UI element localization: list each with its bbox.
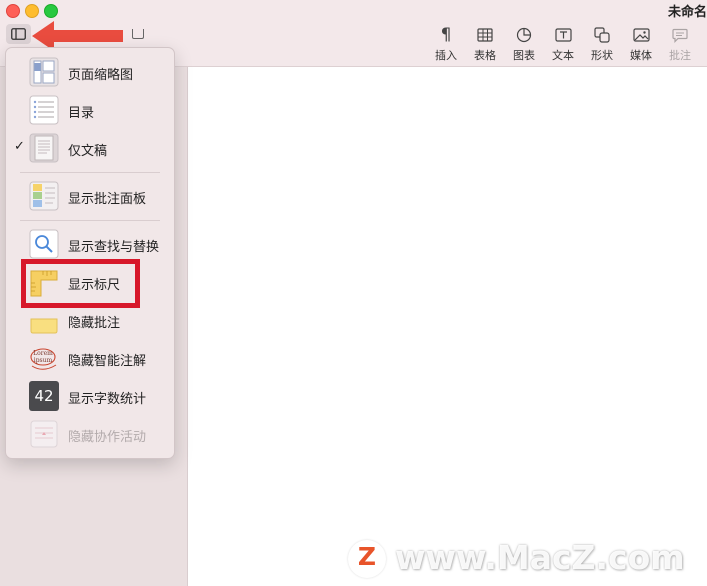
menu-item-toc[interactable]: 目录 [6,92,174,128]
menu-separator [20,220,160,221]
toolbar-text[interactable]: 文本 [543,24,583,63]
menu-item-document-only[interactable]: ✓ 仅文稿 [6,130,174,166]
comments-pane-icon [29,181,59,211]
menu-item-word-count[interactable]: 42 显示字数统计 [6,378,174,414]
menu-item-page-thumbnails[interactable]: 页面缩略图 [6,54,174,90]
textbox-icon [554,28,572,42]
smart-annotation-icon: Lorem ipsum [30,348,57,370]
collaboration-activity-icon [30,420,58,448]
toolbar-table[interactable]: 表格 [465,24,505,63]
watermark-text: www.MacZ.com [395,538,685,577]
toolbar-insert[interactable]: ¶ 插入 [426,24,466,63]
menu-item-find-replace[interactable]: 显示查找与替换 [6,226,174,262]
find-replace-icon [29,229,59,259]
toolbar-comment[interactable]: 批注 [660,24,700,63]
menu-item-collaboration-activity[interactable]: 隐藏协作活动 [6,416,174,452]
toolbar-shape[interactable]: 形状 [582,24,622,63]
document-canvas[interactable] [188,67,707,586]
shape-icon [594,27,610,43]
menu-separator [20,172,160,173]
word-count-icon: 42 [29,381,59,411]
toolbar-chart[interactable]: 图表 [504,24,544,63]
document-only-icon [29,133,59,163]
checkmark-icon: ✓ [14,139,25,154]
comment-note-icon [30,318,58,334]
comment-icon [672,28,688,43]
smart-annotation-icon-text: Lorem [33,350,53,357]
highlight-box-annotation [21,259,140,308]
sidebar-icon [11,28,26,40]
paragraph-icon: ¶ [440,25,452,45]
menu-item-smart-annotations[interactable]: Lorem ipsum 隐藏智能注解 [6,340,174,376]
watermark-logo: Z [348,540,386,578]
view-menu: 页面缩略图 目录 ✓ 仅文稿 显示批注面板 显示查找与替换 显示标尺 隐藏批注 … [5,47,175,459]
smart-annotation-icon-text: ipsum [34,357,53,364]
toolbar-media[interactable]: 媒体 [621,24,661,63]
close-window-button[interactable] [6,4,20,18]
menu-item-comments-pane[interactable]: 显示批注面板 [6,178,174,214]
table-icon [477,28,493,42]
zoom-window-button[interactable] [44,4,58,18]
page-thumbnails-icon [29,57,59,87]
chart-icon [516,27,532,43]
media-icon [632,28,650,42]
document-title: 未命名 [667,5,707,20]
toc-icon [29,95,59,125]
minimize-window-button[interactable] [25,4,39,18]
zoom-button-partial[interactable] [132,29,144,39]
view-button[interactable] [6,24,31,44]
